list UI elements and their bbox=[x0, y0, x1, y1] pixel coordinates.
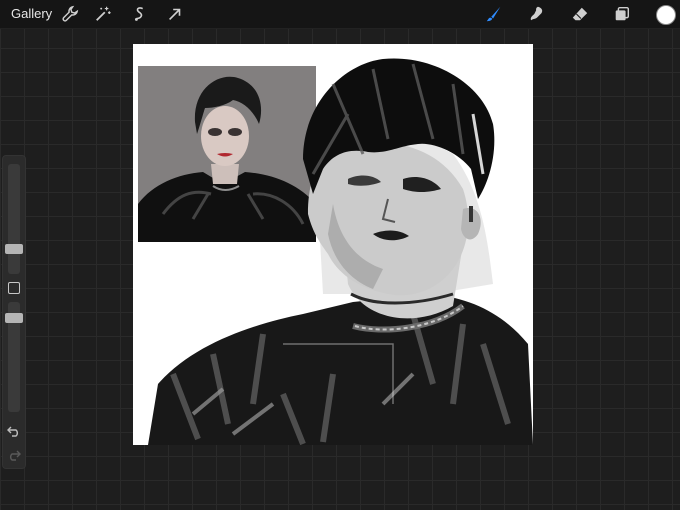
redo-icon bbox=[10, 450, 21, 461]
actions-button[interactable] bbox=[60, 4, 80, 24]
brush-size-thumb[interactable] bbox=[5, 244, 23, 254]
color-picker-button[interactable] bbox=[656, 5, 676, 25]
redo-button[interactable] bbox=[6, 448, 22, 462]
transform-button[interactable] bbox=[165, 4, 185, 24]
reference-photo bbox=[138, 66, 316, 242]
brush-tool-button[interactable] bbox=[484, 4, 504, 24]
brush-icon bbox=[486, 6, 501, 22]
wrench-icon bbox=[62, 5, 79, 22]
eraser-icon bbox=[572, 7, 588, 21]
undo-button[interactable] bbox=[6, 424, 22, 438]
eraser-tool-button[interactable] bbox=[570, 4, 590, 24]
drawing-canvas[interactable] bbox=[133, 44, 533, 445]
artwork bbox=[138, 58, 533, 445]
top-toolbar: Gallery bbox=[0, 0, 680, 29]
undo-icon bbox=[7, 426, 18, 437]
layers-icon bbox=[615, 6, 630, 21]
brush-size-slider[interactable] bbox=[8, 164, 20, 274]
sidebar bbox=[2, 155, 26, 469]
layers-button[interactable] bbox=[612, 4, 632, 24]
transform-arrow-icon bbox=[169, 8, 181, 20]
magic-wand-icon bbox=[96, 6, 111, 21]
selection-button[interactable] bbox=[130, 4, 150, 24]
gallery-button[interactable]: Gallery bbox=[11, 6, 52, 21]
smudge-tool-button[interactable] bbox=[527, 4, 547, 24]
selection-icon bbox=[134, 7, 144, 21]
adjustments-button[interactable] bbox=[93, 4, 113, 24]
opacity-thumb[interactable] bbox=[5, 313, 23, 323]
smudge-icon bbox=[530, 6, 543, 21]
modify-button[interactable] bbox=[8, 282, 20, 294]
